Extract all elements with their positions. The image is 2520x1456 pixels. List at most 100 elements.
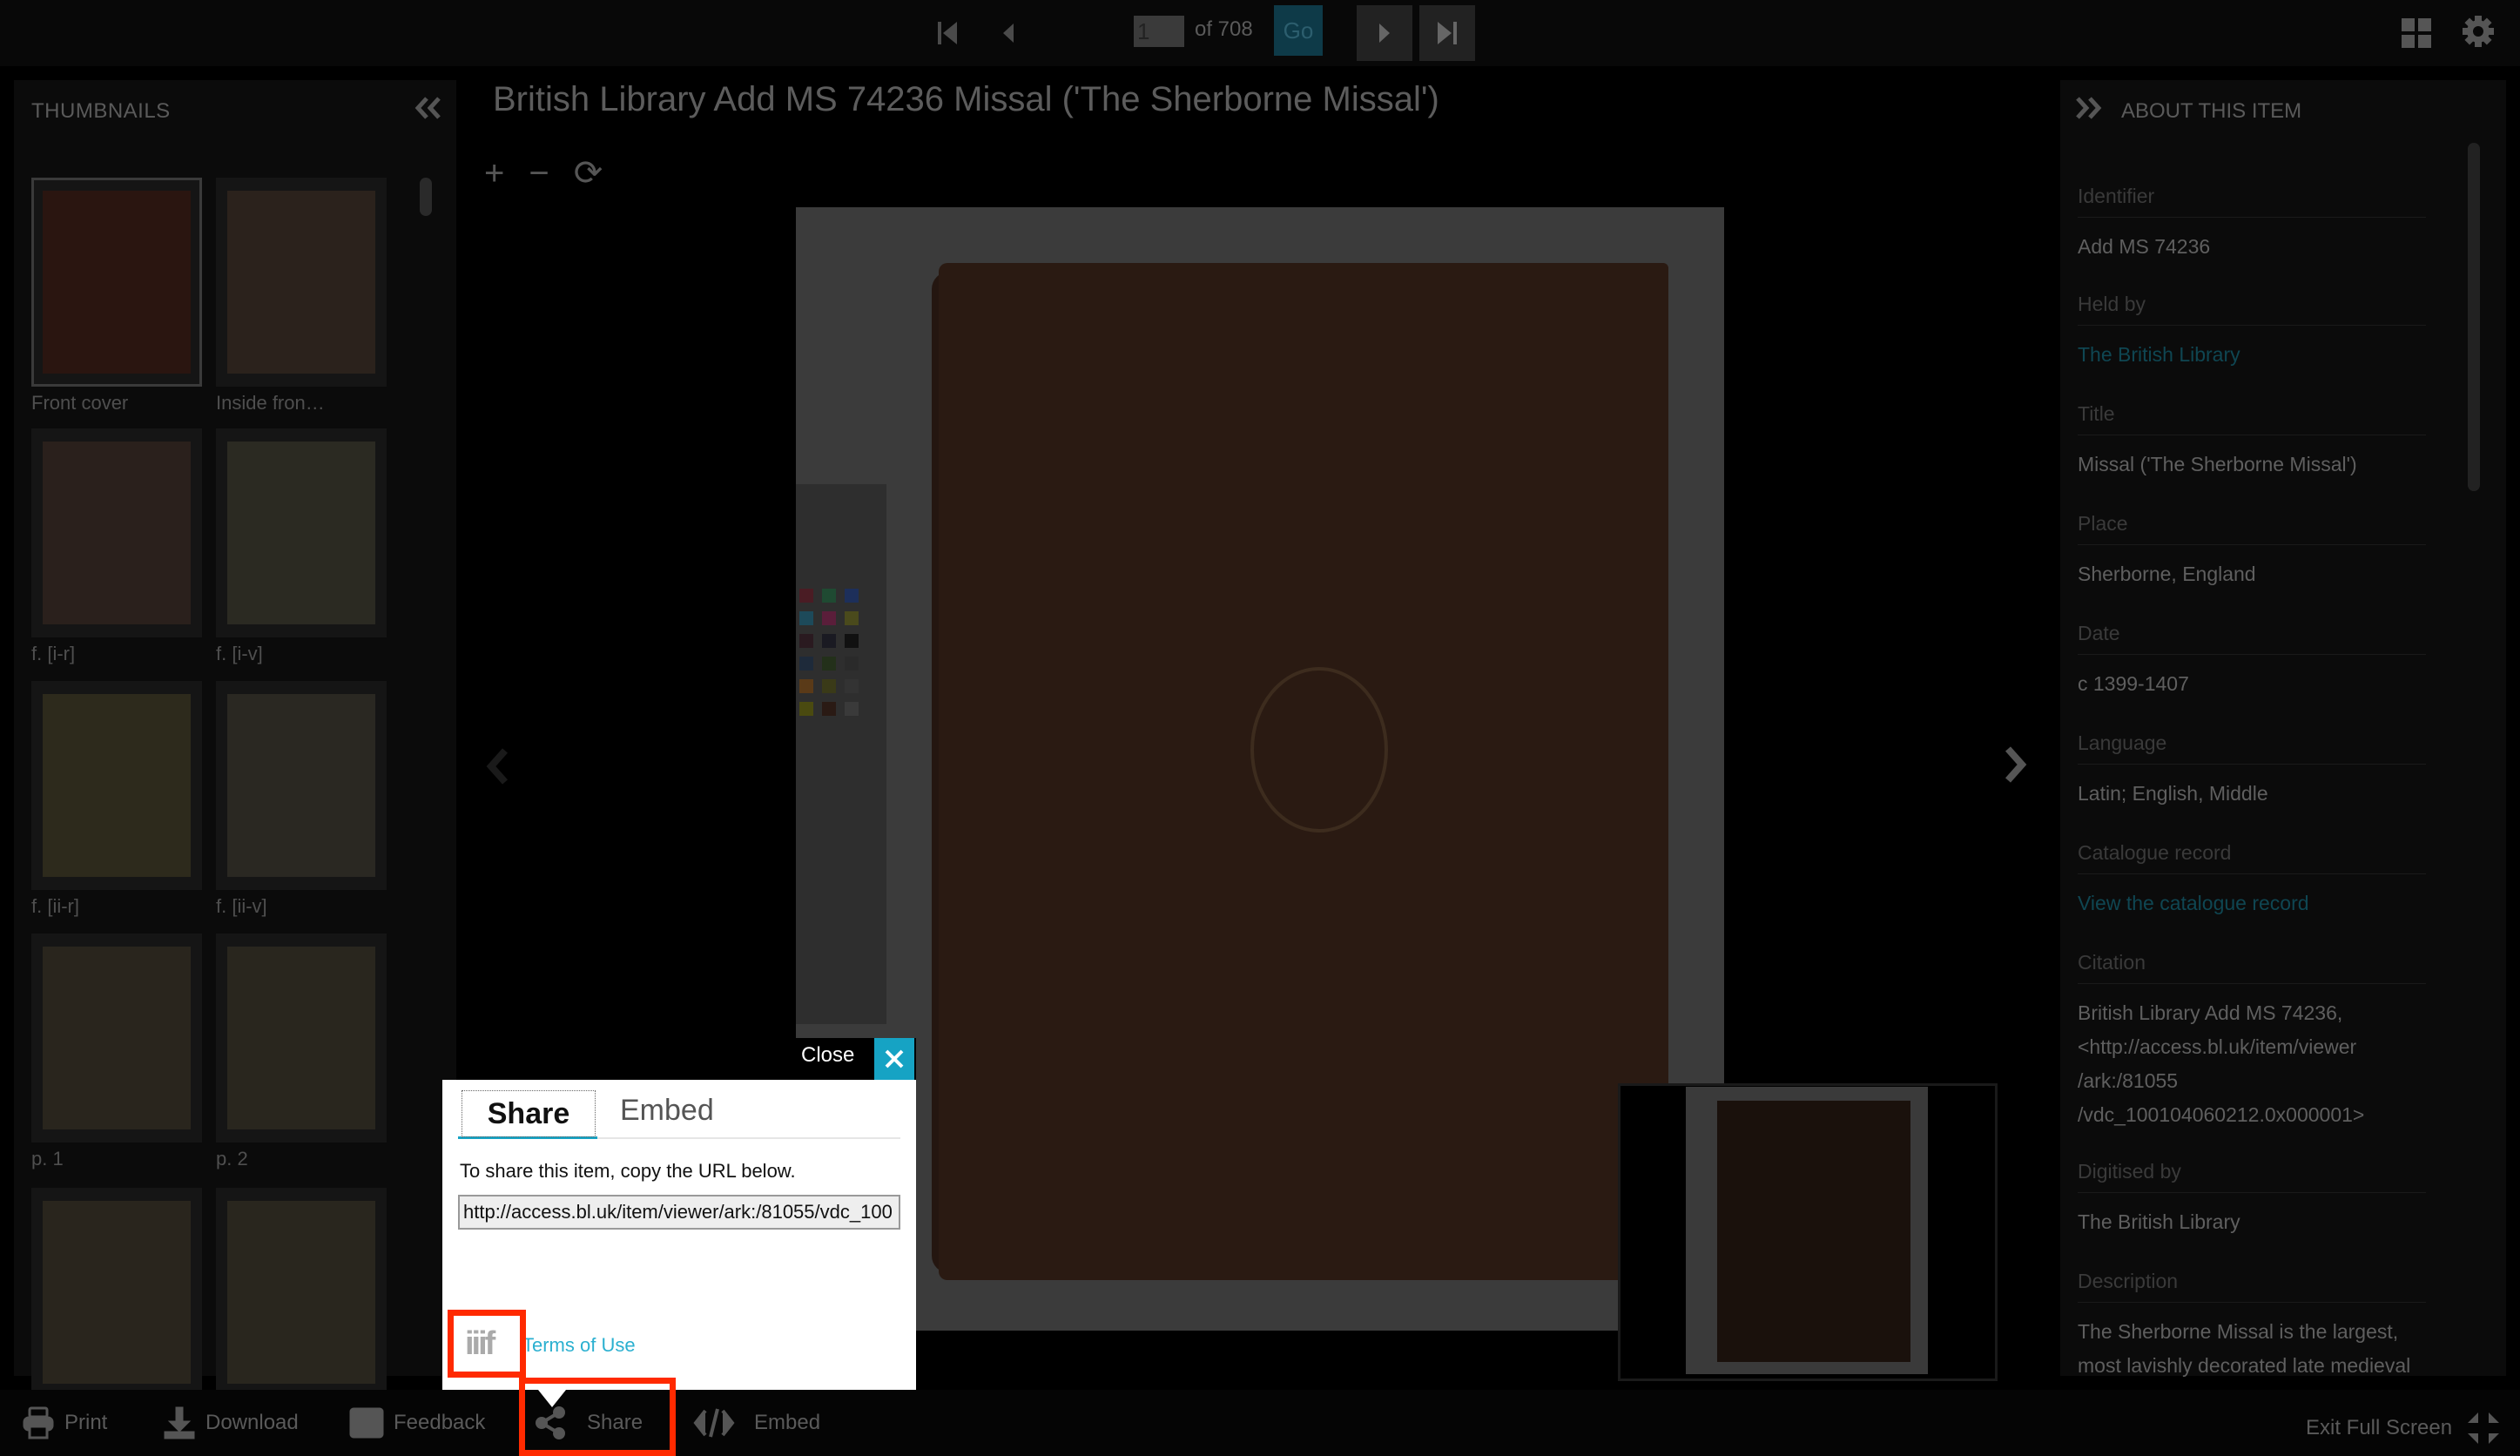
thumbnail-item[interactable]: p. 2 — [216, 934, 387, 1170]
download-icon — [164, 1406, 195, 1439]
color-swatch — [822, 702, 836, 716]
close-button[interactable] — [874, 1038, 914, 1080]
chevron-right-icon — [2005, 746, 2027, 783]
metadata-field: Citation British Library Add MS 74236, <h… — [2078, 951, 2426, 1132]
thumbnail-item[interactable]: f. [ii-v] — [216, 681, 387, 918]
tab-share[interactable]: Share — [462, 1090, 596, 1137]
thumbnail-item[interactable] — [31, 1188, 202, 1402]
zoom-out-button[interactable]: − — [529, 154, 549, 193]
chevron-left-icon — [486, 748, 508, 785]
grid-view-button[interactable] — [2401, 17, 2432, 53]
last-page-button[interactable] — [1419, 5, 1475, 61]
thumbnail-image — [227, 694, 375, 877]
color-swatch — [845, 679, 859, 693]
metadata-label: Date — [2078, 622, 2426, 655]
metadata-label: Catalogue record — [2078, 841, 2426, 874]
thumbnail-label: Front cover — [31, 392, 129, 414]
thumbnail-frame — [31, 428, 202, 637]
thumbnail-label: f. [ii-r] — [31, 895, 79, 917]
metadata-label: Digitised by — [2078, 1160, 2426, 1193]
metadata-label: Language — [2078, 731, 2426, 765]
first-page-icon — [938, 22, 957, 44]
embed-button[interactable]: Embed — [693, 1405, 820, 1440]
next-image-button[interactable] — [2003, 745, 2029, 788]
metadata-field: Date c 1399-1407 — [2078, 622, 2426, 701]
first-page-button[interactable] — [920, 5, 975, 61]
metadata-value: Sherborne, England — [2078, 563, 2256, 585]
thumbnail-item[interactable]: f. [ii-r] — [31, 681, 202, 918]
thumbnails-scrollbar[interactable] — [420, 178, 432, 216]
thumbnail-frame — [31, 934, 202, 1143]
metadata-label: Held by — [2078, 293, 2426, 326]
metadata-label: Description — [2078, 1270, 2426, 1303]
tab-embed[interactable]: Embed — [620, 1094, 714, 1128]
color-swatch — [799, 679, 813, 693]
prev-page-button[interactable] — [980, 5, 1036, 61]
download-button[interactable]: Download — [162, 1405, 299, 1440]
go-button[interactable]: Go — [1274, 5, 1323, 56]
crest-emblem — [1250, 667, 1388, 832]
color-calibration-card — [796, 484, 886, 1024]
thumbnail-frame — [216, 934, 387, 1143]
exit-fullscreen-button[interactable]: Exit Full Screen — [2306, 1411, 2501, 1446]
color-swatch — [799, 611, 813, 625]
color-swatch — [845, 657, 859, 671]
metadata-field: Identifier Add MS 74236 — [2078, 185, 2426, 264]
feedback-button[interactable]: Feedback — [348, 1405, 485, 1440]
metadata-label: Title — [2078, 402, 2426, 435]
metadata-value: British Library Add MS 74236, <http://ac… — [2078, 1001, 2365, 1126]
about-title: ABOUT THIS ITEM — [2121, 99, 2302, 123]
color-swatch — [822, 679, 836, 693]
color-swatch — [799, 634, 813, 648]
metadata-label: Identifier — [2078, 185, 2426, 218]
thumbnail-image — [43, 694, 191, 877]
settings-button[interactable] — [2461, 14, 2496, 53]
metadata-field: Digitised by The British Library — [2078, 1160, 2426, 1239]
about-panel: ABOUT THIS ITEM Identifier Add MS 74236 He… — [2060, 80, 2506, 1377]
thumbnail-item[interactable]: Front cover — [31, 178, 202, 415]
previous-image-button[interactable] — [484, 747, 510, 790]
metadata-value: The British Library — [2078, 1210, 2240, 1233]
thumbnail-image — [227, 442, 375, 624]
color-swatch — [799, 657, 813, 671]
print-label: Print — [64, 1411, 108, 1434]
metadata-field: Description The Sherborne Missal is the l… — [2078, 1270, 2426, 1383]
thumbnail-item[interactable]: f. [i-r] — [31, 428, 202, 665]
zoom-in-button[interactable]: + — [484, 154, 504, 193]
thumbnail-item[interactable]: p. 1 — [31, 934, 202, 1170]
terms-of-use-link[interactable]: Terms of Use — [522, 1334, 636, 1357]
metadata-link[interactable]: The British Library — [2078, 338, 2426, 372]
print-button[interactable]: Print — [21, 1405, 107, 1440]
next-page-icon — [1379, 24, 1390, 43]
next-page-button[interactable] — [1357, 5, 1412, 61]
thumbnail-image — [227, 947, 375, 1129]
metadata-value: Missal ('The Sherborne Missal') — [2078, 453, 2357, 475]
thumbnail-frame — [216, 428, 387, 637]
color-swatch — [822, 657, 836, 671]
color-swatch — [822, 634, 836, 648]
about-scrollbar[interactable] — [2468, 143, 2480, 491]
exit-fullscreen-label: Exit Full Screen — [2306, 1416, 2453, 1439]
thumbnail-item[interactable]: Inside fron… — [216, 178, 387, 415]
close-label[interactable]: Close — [801, 1043, 854, 1068]
navigator-book-image — [1717, 1101, 1910, 1362]
zoom-toolbar: + − ⟳ — [484, 153, 603, 193]
metadata-field: Title Missal ('The Sherborne Missal') — [2078, 402, 2426, 482]
share-url-field[interactable] — [458, 1195, 900, 1230]
rotate-button[interactable]: ⟳ — [574, 153, 603, 193]
thumbnail-label: p. 2 — [216, 1148, 248, 1170]
collapse-about-button[interactable] — [2074, 96, 2102, 125]
metadata-field: Language Latin; English, Middle — [2078, 731, 2426, 811]
metadata-label: Citation — [2078, 951, 2426, 984]
color-swatch — [845, 634, 859, 648]
thumbnail-frame — [31, 1188, 202, 1397]
thumbnail-item[interactable] — [216, 1188, 387, 1402]
exit-fullscreen-icon — [2468, 1412, 2500, 1444]
thumbnail-image — [43, 1201, 191, 1384]
color-swatch — [845, 702, 859, 716]
thumbnail-item[interactable]: f. [i-v] — [216, 428, 387, 665]
metadata-link[interactable]: View the catalogue record — [2078, 886, 2426, 920]
collapse-thumbnails-button[interactable] — [414, 96, 442, 125]
page-number-input[interactable] — [1134, 16, 1184, 47]
highlight-iiif-icon — [448, 1310, 526, 1378]
